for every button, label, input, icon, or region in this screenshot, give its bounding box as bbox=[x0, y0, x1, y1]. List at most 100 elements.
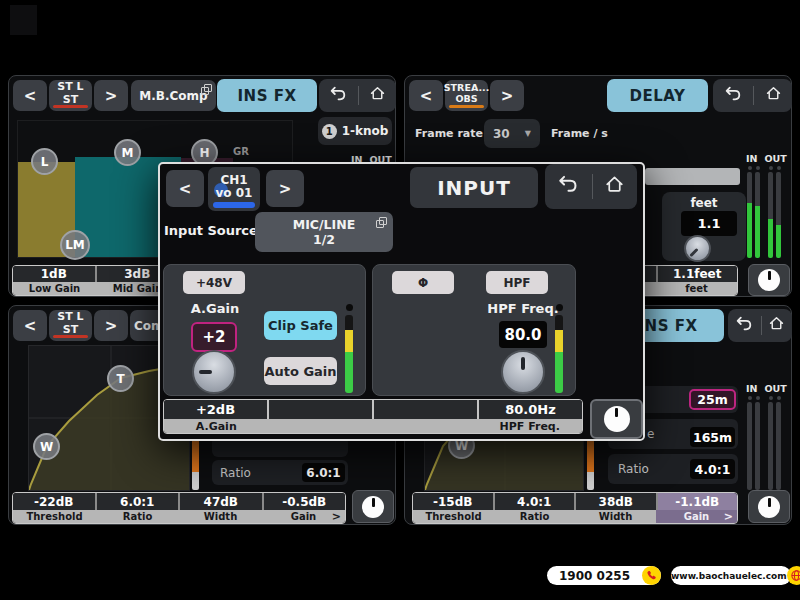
strip-value[interactable] bbox=[374, 400, 479, 419]
strip-more-chevron[interactable]: > bbox=[332, 510, 341, 523]
undo-icon[interactable] bbox=[735, 316, 754, 336]
strip-label: A.Gain bbox=[164, 419, 269, 433]
tr-delay-knob[interactable] bbox=[684, 235, 711, 262]
br-out-meter-l bbox=[768, 402, 773, 490]
strip-value[interactable]: 80.0Hz bbox=[479, 400, 582, 419]
input-source-line1: MIC/LINE bbox=[293, 217, 355, 232]
bl-params-strip[interactable]: -22dB 6.0:1 47dB -0.5dB Threshold Ratio … bbox=[12, 492, 346, 524]
bl-knob-box[interactable] bbox=[352, 490, 394, 523]
knob-icon bbox=[758, 269, 780, 291]
br-release-value[interactable]: 165m bbox=[690, 427, 735, 447]
br-undo-home-group bbox=[728, 309, 792, 342]
handle-label: W bbox=[40, 440, 53, 454]
popup-channel-button[interactable]: CH1 vo 01 bbox=[208, 167, 260, 211]
tr-next-button[interactable]: > bbox=[490, 80, 524, 111]
tl-undo-home-group bbox=[319, 79, 396, 112]
popup-input-source-button[interactable]: MIC/LINE 1/2 bbox=[255, 212, 393, 252]
chevron-right-icon: > bbox=[105, 317, 118, 335]
again-knob[interactable] bbox=[192, 350, 236, 394]
tl-gr-label: GR bbox=[233, 146, 249, 157]
one-knob-badge: 1 bbox=[322, 124, 337, 139]
strip-value[interactable]: +2dB bbox=[164, 400, 269, 419]
popup-title: INPUT bbox=[410, 167, 538, 208]
popup-prev-button[interactable]: < bbox=[166, 170, 204, 207]
hpf-knob[interactable] bbox=[501, 350, 545, 394]
tr-frame-rate-select[interactable]: 30 ▼ bbox=[484, 119, 540, 148]
bl-handle-threshold[interactable]: T bbox=[107, 365, 134, 392]
br-ratio-value[interactable]: 4.0:1 bbox=[690, 459, 735, 479]
clip-safe-button[interactable]: Clip Safe bbox=[264, 311, 337, 340]
strip-more-chevron[interactable]: > bbox=[724, 510, 733, 523]
strip-value[interactable]: 1dB bbox=[13, 266, 97, 282]
popup-knob-box[interactable] bbox=[590, 399, 643, 439]
input-source-line2: 1/2 bbox=[313, 232, 335, 247]
strip-value[interactable]: 6.0:1 bbox=[97, 493, 181, 510]
strip-label: Width bbox=[575, 510, 656, 523]
tl-channel-button[interactable]: ST L ST bbox=[49, 80, 92, 111]
strip-value[interactable]: -15dB bbox=[413, 493, 495, 510]
copy-icon bbox=[376, 217, 387, 228]
again-label: A.Gain bbox=[181, 301, 249, 316]
tl-one-knob-button[interactable]: 1 1-knob bbox=[318, 117, 392, 145]
strip-value[interactable]: 38dB bbox=[576, 493, 658, 510]
knob-icon bbox=[758, 496, 780, 518]
bl-next-button[interactable]: > bbox=[94, 310, 128, 341]
phantom-48v-button[interactable]: +48V bbox=[183, 271, 245, 294]
hpf-button[interactable]: HPF bbox=[486, 271, 548, 294]
peak-dot bbox=[769, 166, 773, 170]
tl-handle-mid[interactable]: M bbox=[114, 139, 141, 166]
hpf-freq-value[interactable]: 80.0 bbox=[499, 321, 547, 348]
tr-prev-button[interactable]: < bbox=[409, 80, 443, 111]
strip-value[interactable]: 1.1feet bbox=[658, 266, 738, 282]
tl-library-button[interactable]: M.B.Comp bbox=[131, 80, 216, 111]
home-icon[interactable] bbox=[768, 315, 785, 336]
home-icon[interactable] bbox=[765, 85, 782, 106]
tr-scroll-bar[interactable] bbox=[645, 168, 740, 185]
tl-prev-button[interactable]: < bbox=[13, 80, 47, 111]
again-value[interactable]: +2 bbox=[191, 322, 237, 352]
tl-handle-lowmid[interactable]: LM bbox=[60, 230, 90, 260]
chevron-left-icon: < bbox=[420, 87, 433, 105]
strip-value-selected[interactable]: -1.1dB bbox=[658, 493, 738, 510]
tr-out-meter-l bbox=[768, 172, 773, 258]
br-knob-box[interactable] bbox=[748, 490, 790, 523]
tl-page-button-insfx[interactable]: INS FX bbox=[217, 79, 317, 112]
handle-label: T bbox=[116, 372, 124, 386]
undo-icon[interactable] bbox=[329, 86, 348, 106]
gain-meter bbox=[345, 315, 353, 393]
undo-icon[interactable] bbox=[724, 86, 743, 106]
divider bbox=[761, 316, 762, 334]
footer-website-url: www.baochauelec.com bbox=[671, 571, 787, 581]
tr-page-button-delay[interactable]: DELAY bbox=[607, 79, 708, 112]
br-params-strip[interactable]: -15dB 4.0:1 38dB -1.1dB Threshold Ratio … bbox=[412, 492, 738, 524]
bl-channel-button[interactable]: ST L ST bbox=[49, 310, 92, 341]
strip-value[interactable]: 47dB bbox=[180, 493, 264, 510]
strip-value[interactable]: 4.0:1 bbox=[495, 493, 577, 510]
phase-button[interactable]: Φ bbox=[392, 271, 454, 294]
popup-next-button[interactable]: > bbox=[266, 170, 304, 207]
strip-value[interactable]: -22dB bbox=[13, 493, 97, 510]
tl-handle-low[interactable]: L bbox=[31, 148, 58, 175]
tr-channel-button[interactable]: STREA... OBS bbox=[445, 80, 488, 111]
popup-input-source-label: Input Source bbox=[164, 223, 258, 238]
br-attack-value[interactable]: 25m bbox=[689, 389, 736, 410]
tl-next-button[interactable]: > bbox=[94, 80, 128, 111]
bl-prev-button[interactable]: < bbox=[13, 310, 47, 341]
popup-undo-home-group bbox=[545, 164, 637, 209]
home-icon[interactable] bbox=[604, 174, 625, 199]
auto-gain-button[interactable]: Auto Gain bbox=[264, 357, 337, 385]
strip-label: Ratio bbox=[494, 510, 575, 523]
popup-params-strip[interactable]: +2dB 80.0Hz A.Gain HPF Freq. bbox=[163, 399, 583, 434]
undo-icon[interactable] bbox=[557, 175, 580, 198]
home-icon[interactable] bbox=[369, 85, 386, 106]
footer-website-pill: www.baochauelec.com bbox=[671, 566, 791, 585]
strip-value[interactable] bbox=[269, 400, 374, 419]
strip-value[interactable]: -0.5dB bbox=[264, 493, 346, 510]
bl-handle-width[interactable]: W bbox=[33, 433, 60, 460]
tr-delay-value[interactable]: 1.1 bbox=[681, 211, 737, 236]
popup-channel-color-bar bbox=[213, 202, 255, 208]
br-gr-meter bbox=[587, 437, 594, 490]
tr-knob-box[interactable] bbox=[748, 264, 790, 296]
bl-channel-label: ST bbox=[63, 324, 78, 336]
bl-ratio-value[interactable]: 6.0:1 bbox=[302, 463, 345, 482]
